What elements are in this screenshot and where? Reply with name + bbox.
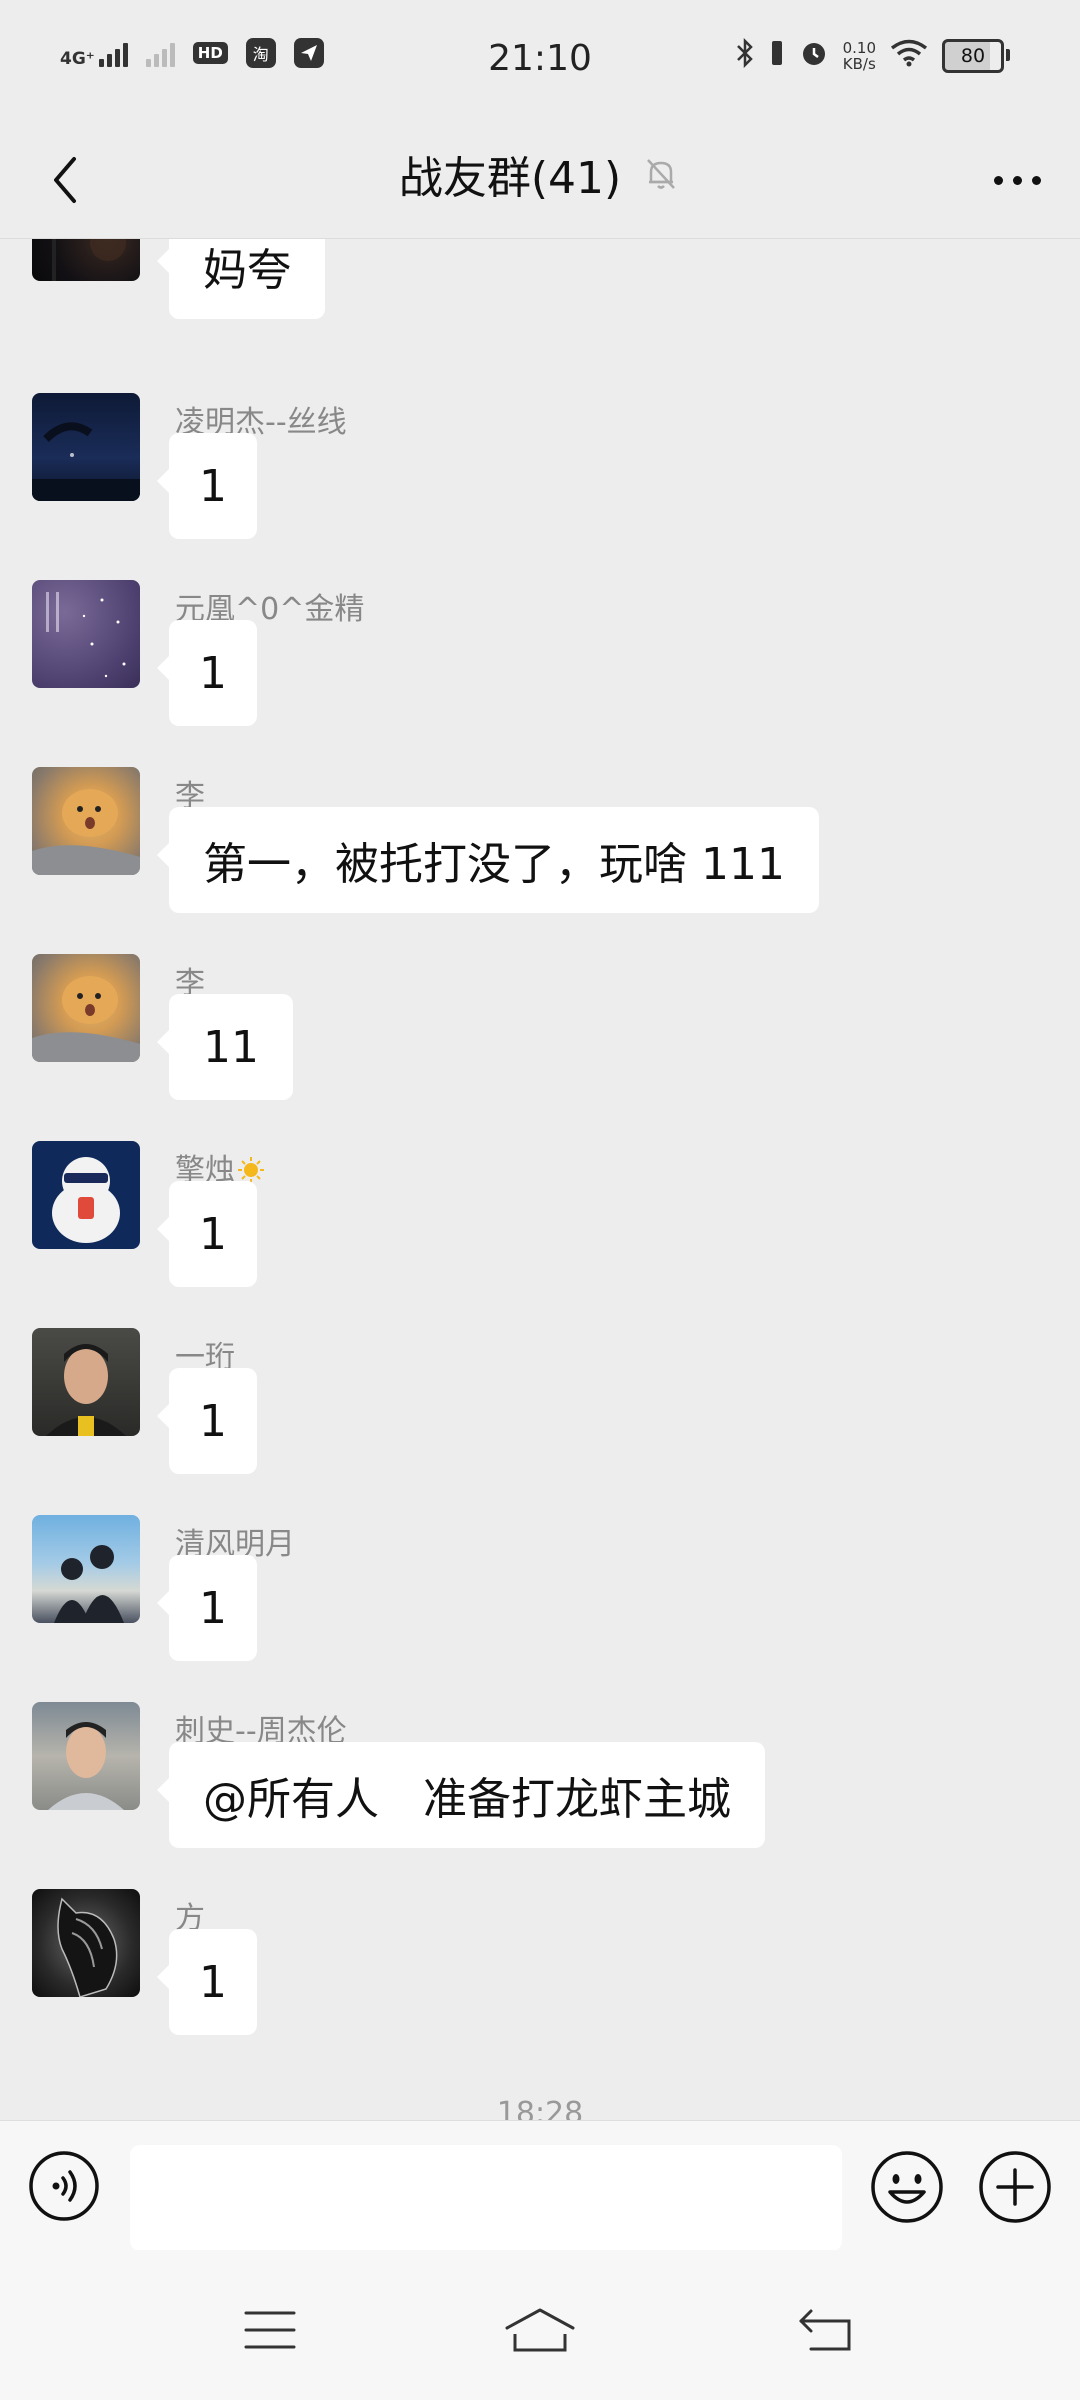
- nav-back-button[interactable]: [790, 2300, 860, 2360]
- avatar[interactable]: [32, 238, 140, 281]
- status-right: 0.10 KB/s 80: [735, 37, 1010, 74]
- message-bubble[interactable]: 1: [157, 1368, 257, 1474]
- avatar[interactable]: [32, 954, 140, 1062]
- menu-icon: [244, 2311, 296, 2349]
- more-dot: [1031, 175, 1041, 185]
- avatar[interactable]: [32, 1328, 140, 1436]
- voice-button[interactable]: [28, 2150, 100, 2222]
- bell-off-icon: [647, 159, 676, 189]
- chat-header: 战友群(41): [0, 120, 1080, 239]
- more-button[interactable]: [982, 155, 1052, 205]
- network-speed: 0.10 KB/s: [843, 40, 876, 72]
- message-bubble[interactable]: @所有人 准备打龙虾主城: [157, 1742, 765, 1848]
- more-dot: [1012, 175, 1022, 185]
- return-icon: [799, 2309, 851, 2351]
- title-wrap: 战友群(41): [0, 142, 1080, 206]
- speed-value: 0.10: [842, 39, 876, 57]
- vibrate-icon: [769, 39, 785, 73]
- page-title[interactable]: 战友群(41): [399, 142, 621, 206]
- wifi-icon: [890, 39, 928, 73]
- system-nav-bar: [0, 2250, 1080, 2400]
- plus-circle-icon: [979, 2151, 1051, 2223]
- alarm-icon: [799, 38, 829, 74]
- smiley-icon: [871, 2151, 943, 2223]
- more-dot: [993, 175, 1003, 185]
- chat-area[interactable]: 妈夸 凌明杰--丝线 1 元凰^0^金精 1 李 第一，被托打没了，玩啥 111…: [0, 238, 1080, 2120]
- nav-menu-button[interactable]: [235, 2300, 305, 2360]
- avatar[interactable]: [32, 1889, 140, 1997]
- message-bubble[interactable]: 1: [157, 620, 257, 726]
- sun-emoji-icon: [238, 1157, 264, 1183]
- avatar[interactable]: [32, 1141, 140, 1249]
- message-bubble[interactable]: 1: [157, 1929, 257, 2035]
- avatar[interactable]: [32, 580, 140, 688]
- message-bubble[interactable]: 妈夸: [157, 238, 325, 319]
- message-bubble[interactable]: 1: [157, 433, 257, 539]
- message-bubble[interactable]: 1: [157, 1181, 257, 1287]
- avatar[interactable]: [32, 393, 140, 501]
- emoji-button[interactable]: [870, 2150, 944, 2224]
- message-bubble[interactable]: 第一，被托打没了，玩啥 111: [157, 807, 819, 913]
- battery-level: 80: [960, 45, 986, 67]
- avatar[interactable]: [32, 1515, 140, 1623]
- voice-icon: [29, 2151, 99, 2221]
- nav-home-button[interactable]: [505, 2300, 575, 2360]
- bluetooth-icon: [735, 37, 755, 74]
- home-icon: [505, 2308, 575, 2352]
- message-bubble[interactable]: 11: [157, 994, 293, 1100]
- message-input[interactable]: [130, 2145, 842, 2251]
- avatar[interactable]: [32, 767, 140, 875]
- battery-icon: 80: [942, 39, 1010, 73]
- avatar[interactable]: [32, 1702, 140, 1810]
- speed-unit: KB/s: [842, 55, 876, 73]
- status-bar: 4G⁺ HD 淘 21:10 0.10 KB/s 80: [0, 0, 1080, 120]
- message-bubble[interactable]: 1: [157, 1555, 257, 1661]
- message-timestamp: 18:28: [496, 2096, 584, 2120]
- input-bar: [0, 2120, 1080, 2251]
- plus-button[interactable]: [978, 2150, 1052, 2224]
